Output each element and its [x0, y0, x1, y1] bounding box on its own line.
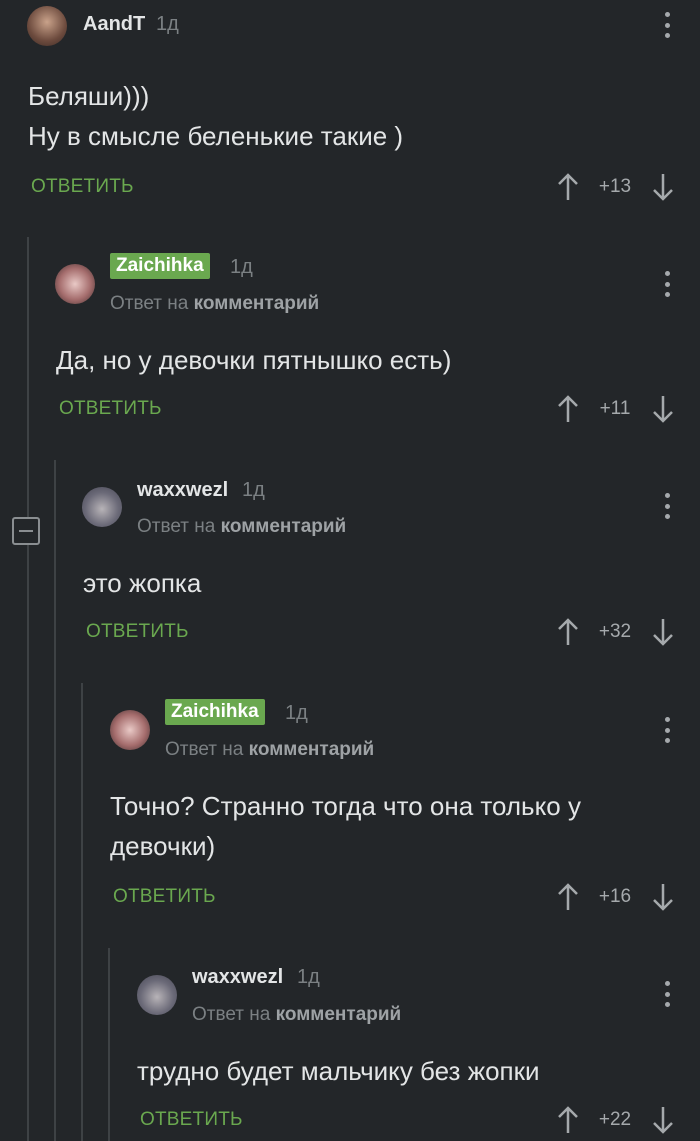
reply-to-label: Ответ на комментарий — [110, 293, 319, 315]
more-options-icon[interactable] — [664, 981, 670, 1007]
username-badge[interactable]: Zaichihka — [165, 699, 265, 725]
reply-prefix: Ответ на — [192, 1004, 271, 1025]
comment-time: 1д — [285, 702, 308, 724]
comment-text-line: Да, но у девочки пятнышко есть) — [56, 345, 452, 375]
downvote-arrow-icon[interactable] — [651, 1105, 675, 1135]
reply-to-label: Ответ на комментарий — [137, 516, 346, 538]
more-options-icon[interactable] — [664, 12, 670, 38]
comment-text: это жопка — [83, 563, 201, 603]
thread-line — [27, 237, 29, 1141]
upvote-arrow-icon[interactable] — [556, 1105, 580, 1135]
upvote-arrow-icon[interactable] — [556, 172, 580, 202]
upvote-arrow-icon[interactable] — [556, 882, 580, 912]
collapse-thread-button[interactable] — [12, 517, 40, 545]
upvote-arrow-icon[interactable] — [556, 394, 580, 424]
reply-prefix: Ответ на — [110, 293, 189, 314]
avatar[interactable] — [27, 6, 67, 46]
downvote-arrow-icon[interactable] — [651, 172, 675, 202]
comment-text: трудно будет мальчику без жопки — [137, 1051, 540, 1091]
comment-text-line: Ну в смысле беленькие такие ) — [28, 121, 404, 151]
username[interactable]: waxxwezl — [137, 479, 228, 502]
more-options-icon[interactable] — [664, 717, 670, 743]
reply-prefix: Ответ на — [165, 739, 244, 760]
comment-text-line: девочки) — [110, 831, 216, 861]
reply-button[interactable]: ОТВЕТИТЬ — [86, 621, 189, 643]
rating: +16 — [598, 886, 632, 907]
thread-line — [81, 683, 83, 1141]
more-options-icon[interactable] — [664, 271, 670, 297]
comment-text: Беляши))) Ну в смысле беленькие такие ) — [28, 76, 403, 156]
avatar[interactable] — [137, 975, 177, 1015]
reply-button[interactable]: ОТВЕТИТЬ — [59, 398, 162, 420]
reply-to-label: Ответ на комментарий — [165, 739, 374, 761]
reply-target-link[interactable]: комментарий — [276, 1004, 402, 1025]
comment-time: 1д — [242, 479, 265, 501]
username[interactable]: waxxwezl — [192, 966, 283, 989]
reply-target-link[interactable]: комментарий — [221, 516, 347, 537]
avatar[interactable] — [55, 264, 95, 304]
rating: +13 — [598, 176, 632, 197]
reply-button[interactable]: ОТВЕТИТЬ — [31, 176, 134, 198]
rating: +11 — [599, 398, 631, 419]
comment-time: 1д — [156, 13, 179, 35]
thread-line — [108, 948, 110, 1141]
reply-button[interactable]: ОТВЕТИТЬ — [140, 1109, 243, 1131]
comment-time: 1д — [297, 966, 320, 988]
comment-text-line: Беляши))) — [28, 81, 150, 111]
comment-time: 1д — [230, 256, 253, 278]
downvote-arrow-icon[interactable] — [651, 882, 675, 912]
avatar[interactable] — [82, 487, 122, 527]
downvote-arrow-icon[interactable] — [651, 617, 675, 647]
thread-line — [54, 460, 56, 1141]
upvote-arrow-icon[interactable] — [556, 617, 580, 647]
downvote-arrow-icon[interactable] — [651, 394, 675, 424]
comment-text: Да, но у девочки пятнышко есть) — [56, 340, 451, 380]
reply-target-link[interactable]: комментарий — [194, 293, 320, 314]
username[interactable]: AandT — [83, 13, 145, 36]
avatar[interactable] — [110, 710, 150, 750]
reply-button[interactable]: ОТВЕТИТЬ — [113, 886, 216, 908]
rating: +22 — [598, 1109, 632, 1130]
username-badge[interactable]: Zaichihka — [110, 253, 210, 279]
comment-text: Точно? Странно тогда что она только у де… — [110, 786, 581, 866]
comment-text-line: трудно будет мальчику без жопки — [137, 1056, 540, 1086]
more-options-icon[interactable] — [664, 493, 670, 519]
reply-prefix: Ответ на — [137, 516, 216, 537]
comment-text-line: это жопка — [83, 568, 202, 598]
rating: +32 — [598, 621, 632, 642]
comment-text-line: Точно? Странно тогда что она только у — [110, 791, 581, 821]
reply-to-label: Ответ на комментарий — [192, 1004, 401, 1026]
reply-target-link[interactable]: комментарий — [249, 739, 375, 760]
